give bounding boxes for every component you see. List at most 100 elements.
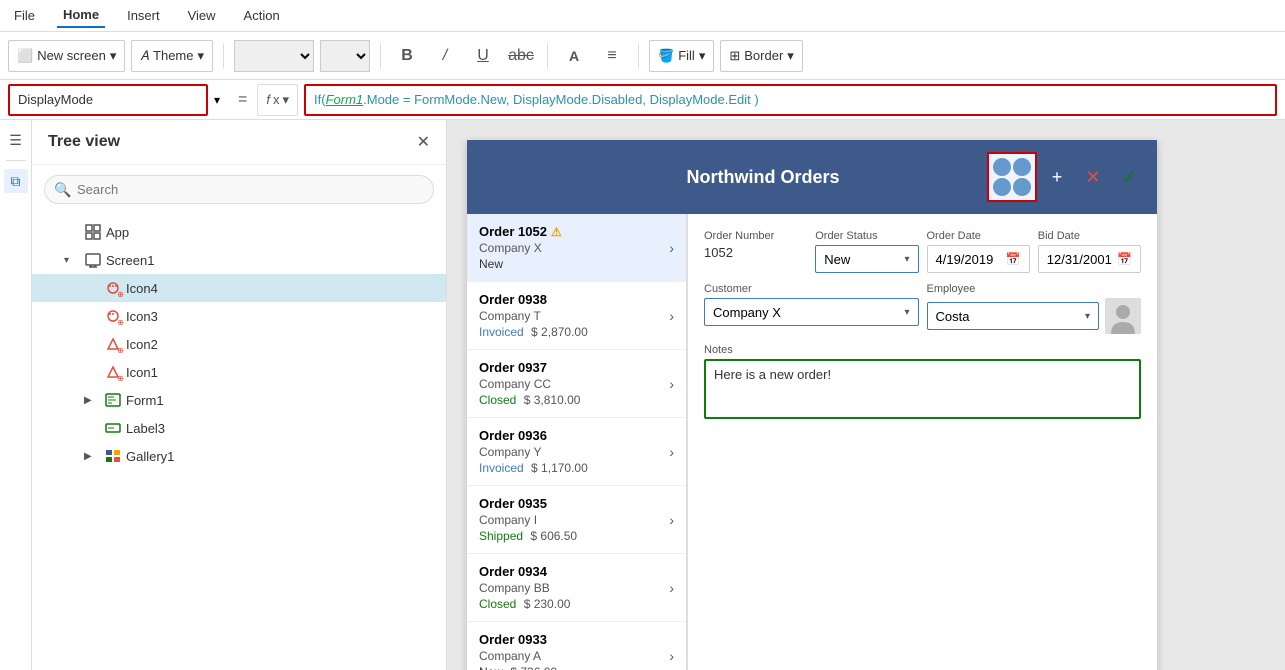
order-title-0936: Order 0936 xyxy=(479,428,669,443)
icon3-icon: ⊕ xyxy=(104,307,122,325)
menu-insert[interactable]: Insert xyxy=(121,4,166,27)
tree-item-icon3[interactable]: ⊕ Icon3 xyxy=(32,302,446,330)
hamburger-icon[interactable]: ☰ xyxy=(4,128,28,152)
theme-button[interactable]: 𝐴 Theme ▾ xyxy=(131,40,213,72)
order-item-0938[interactable]: Order 0938 Company T Invoiced $ 2,870.00… xyxy=(467,282,686,350)
left-panel-divider xyxy=(6,160,26,161)
border-chevron-icon: ▾ xyxy=(787,48,794,64)
bid-date-input[interactable]: 12/31/2001 📅 xyxy=(1038,245,1141,273)
order-date-input[interactable]: 4/19/2019 📅 xyxy=(927,245,1030,273)
toolbar-sep-3 xyxy=(547,44,548,68)
border-icon: ⊞ xyxy=(729,48,740,64)
tree-item-icon1[interactable]: ⊕ Icon1 xyxy=(32,358,446,386)
menu-action[interactable]: Action xyxy=(238,4,286,27)
order-arrow-0936: › xyxy=(669,444,674,460)
nw-add-button[interactable]: + xyxy=(1041,161,1073,193)
order-company-0937: Company CC xyxy=(479,377,669,391)
underline-button[interactable]: U xyxy=(467,40,499,72)
employee-wrapper: Costa ▾ xyxy=(927,298,1142,334)
order-info-0936: Order 0936 Company Y Invoiced $ 1,170.00 xyxy=(479,428,669,475)
order-info-1052: Order 1052 ⚠ Company X New xyxy=(479,224,669,271)
tree-label-icon4: Icon4 xyxy=(126,281,158,296)
order-company-0934: Company BB xyxy=(479,581,669,595)
font-family-select[interactable] xyxy=(234,40,314,72)
layers-icon[interactable]: ⧉ xyxy=(4,169,28,193)
nw-check-button[interactable]: ✓ xyxy=(1113,161,1145,193)
tree-item-icon4[interactable]: ⊕ Icon4 xyxy=(32,274,446,302)
menu-view[interactable]: View xyxy=(182,4,222,27)
fill-icon: 🪣 xyxy=(658,48,674,64)
main-layout: ☰ ⧉ Tree view ✕ 🔍 App xyxy=(0,120,1285,670)
order-company-1052: Company X xyxy=(479,241,669,255)
font-size-select[interactable] xyxy=(320,40,370,72)
formula-if: If( xyxy=(314,92,326,107)
tree-item-icon2[interactable]: ⊕ Icon2 xyxy=(32,330,446,358)
tree-item-gallery1[interactable]: ▶ Gallery1 xyxy=(32,442,446,470)
new-screen-chevron-icon: ▾ xyxy=(110,48,117,64)
employee-field: Employee Costa ▾ xyxy=(927,283,1142,334)
icon-grid-control[interactable] xyxy=(987,152,1037,202)
tree-item-app[interactable]: App xyxy=(32,218,446,246)
order-info-0937: Order 0937 Company CC Closed $ 3,810.00 xyxy=(479,360,669,407)
order-info-0934: Order 0934 Company BB Closed $ 230.00 xyxy=(479,564,669,611)
icon2-icon: ⊕ xyxy=(104,335,122,353)
order-status-select[interactable]: New ▾ xyxy=(815,245,918,273)
notes-field: Notes Here is a new order! xyxy=(704,344,1141,419)
order-title-0935: Order 0935 xyxy=(479,496,669,511)
order-status-0933: New $ 736.00 xyxy=(479,665,669,670)
border-button[interactable]: ⊞ Border ▾ xyxy=(720,40,802,72)
label-icon xyxy=(104,419,122,437)
font-color-button[interactable]: A xyxy=(558,40,590,72)
detail-row-2: Customer Company X ▾ Employee Costa xyxy=(704,283,1141,334)
customer-chevron-icon: ▾ xyxy=(904,307,909,318)
toolbar-sep-1 xyxy=(223,44,224,68)
tree-item-screen1[interactable]: ▾ Screen1 xyxy=(32,246,446,274)
toolbar-sep-2 xyxy=(380,44,381,68)
tree-item-form1[interactable]: ▶ Form1 xyxy=(32,386,446,414)
italic-button[interactable]: / xyxy=(429,40,461,72)
order-info-0935: Order 0935 Company I Shipped $ 606.50 xyxy=(479,496,669,543)
formula-input[interactable]: If(Form1.Mode = FormMode.New, DisplayMod… xyxy=(304,84,1277,116)
tree-expand-gallery1[interactable]: ▶ xyxy=(84,451,100,462)
fx-button[interactable]: f x ▾ xyxy=(257,84,298,116)
order-status-0938: Invoiced $ 2,870.00 xyxy=(479,325,669,339)
order-item-0935[interactable]: Order 0935 Company I Shipped $ 606.50 › xyxy=(467,486,686,554)
customer-select[interactable]: Company X ▾ xyxy=(704,298,919,326)
fx-icon: f xyxy=(266,92,270,107)
new-screen-button[interactable]: ⬜ New screen ▾ xyxy=(8,40,125,72)
order-status-1052: New xyxy=(479,257,669,271)
order-company-0933: Company A xyxy=(479,649,669,663)
fx-label: x xyxy=(273,92,280,107)
employee-chevron-icon: ▾ xyxy=(1085,311,1090,322)
sidebar-close-button[interactable]: ✕ xyxy=(417,132,430,152)
nw-close-button[interactable]: ✕ xyxy=(1077,161,1109,193)
order-item-0936[interactable]: Order 0936 Company Y Invoiced $ 1,170.00… xyxy=(467,418,686,486)
icon1-icon: ⊕ xyxy=(104,363,122,381)
order-item-1052[interactable]: Order 1052 ⚠ Company X New › xyxy=(467,214,686,282)
tree-expand-screen1[interactable]: ▾ xyxy=(64,255,80,266)
order-info-0938: Order 0938 Company T Invoiced $ 2,870.00 xyxy=(479,292,669,339)
order-item-0933[interactable]: Order 0933 Company A New $ 736.00 › xyxy=(467,622,686,670)
order-item-0937[interactable]: Order 0937 Company CC Closed $ 3,810.00 … xyxy=(467,350,686,418)
notes-label: Notes xyxy=(704,344,1141,356)
theme-chevron-icon: ▾ xyxy=(198,48,205,64)
menu-file[interactable]: File xyxy=(8,4,41,27)
employee-select[interactable]: Costa ▾ xyxy=(927,302,1100,330)
align-button[interactable]: ≡ xyxy=(596,40,628,72)
notes-textarea[interactable]: Here is a new order! xyxy=(704,359,1141,419)
fill-button[interactable]: 🪣 Fill ▾ xyxy=(649,40,714,72)
order-number-field: Order Number 1052 xyxy=(704,230,807,273)
property-select[interactable]: DisplayMode xyxy=(8,84,208,116)
equals-sign: = xyxy=(234,91,251,109)
strikethrough-button[interactable]: abc xyxy=(505,40,537,72)
bold-button[interactable]: B xyxy=(391,40,423,72)
order-item-0934[interactable]: Order 0934 Company BB Closed $ 230.00 › xyxy=(467,554,686,622)
order-number-value: 1052 xyxy=(704,245,807,260)
tree-expand-form1[interactable]: ▶ xyxy=(84,395,100,406)
menu-home[interactable]: Home xyxy=(57,3,105,28)
sidebar-title: Tree view xyxy=(48,133,120,151)
nw-header-controls: + ✕ ✓ xyxy=(987,152,1145,202)
search-input[interactable] xyxy=(44,175,434,204)
property-select-wrapper: DisplayMode xyxy=(8,84,228,116)
tree-item-label3[interactable]: Label3 xyxy=(32,414,446,442)
